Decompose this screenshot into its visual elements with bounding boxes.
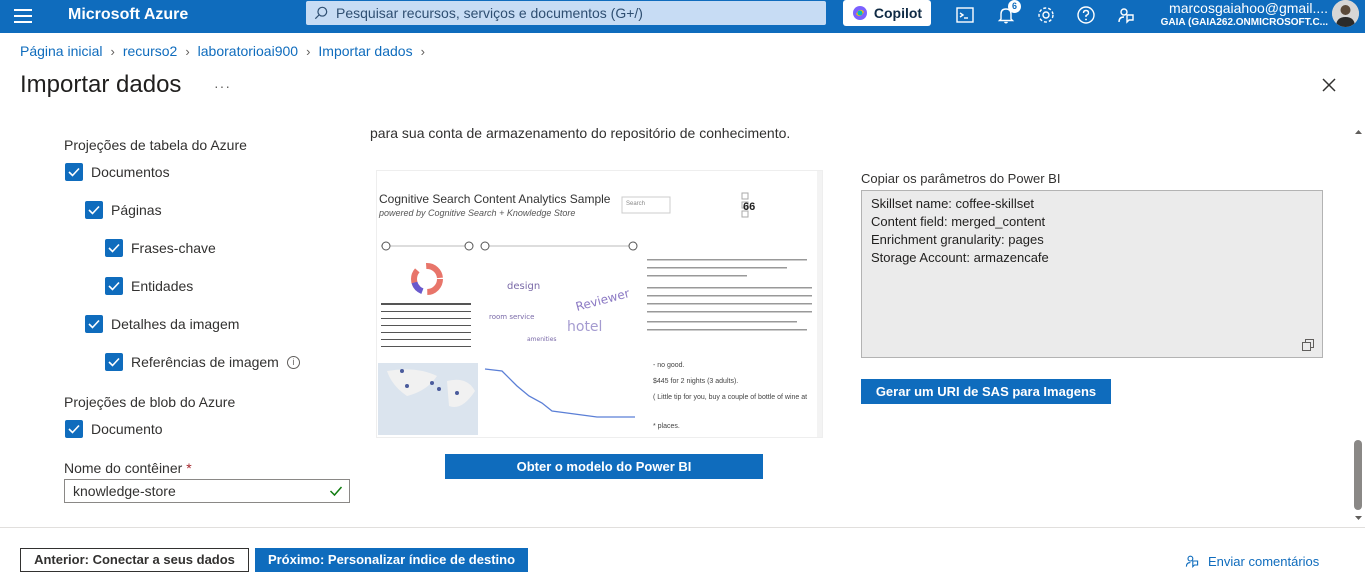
page-title: Importar dados — [20, 71, 182, 98]
next-button[interactable]: Próximo: Personalizar índice de destino — [255, 548, 528, 572]
checkbox-referencias-imagem[interactable]: Referências de imagem i — [105, 353, 300, 371]
breadcrumb-home[interactable]: Página inicial — [20, 43, 103, 59]
close-icon[interactable] — [1320, 76, 1338, 94]
notification-badge: 6 — [1008, 0, 1021, 13]
menu-icon[interactable] — [14, 9, 32, 23]
generate-sas-uri-button[interactable]: Gerar um URI de SAS para Imagens — [861, 379, 1111, 404]
scrollbar-thumb[interactable] — [1354, 440, 1362, 510]
checkbox-documentos[interactable]: Documentos — [65, 163, 170, 181]
svg-text:amenities: amenities — [527, 336, 557, 343]
checkbox-paginas[interactable]: Páginas — [85, 201, 162, 219]
preview-snippet: - no good. — [653, 362, 685, 369]
checkbox-checked-icon[interactable] — [105, 277, 123, 295]
footer-divider — [0, 527, 1365, 528]
help-icon[interactable] — [1076, 5, 1096, 25]
more-options-button[interactable]: ··· — [214, 78, 231, 94]
checkbox-checked-icon[interactable] — [65, 420, 83, 438]
params-textbox[interactable]: Skillset name: coffee-skillset Content f… — [861, 190, 1323, 358]
checkbox-detalhes-imagem[interactable]: Detalhes da imagem — [85, 315, 239, 333]
param-line: Enrichment granularity: pages — [871, 232, 1044, 247]
checkbox-label: Páginas — [111, 202, 162, 218]
checkbox-label: Frases-chave — [131, 240, 216, 256]
cloud-shell-icon[interactable] — [955, 5, 975, 25]
feedback-label: Enviar comentários — [1208, 553, 1320, 569]
copilot-icon — [852, 6, 867, 20]
checkbox-checked-icon[interactable] — [105, 239, 123, 257]
param-line: Content field: merged_content — [871, 214, 1046, 229]
breadcrumb-import[interactable]: Importar dados — [318, 43, 412, 59]
checkbox-label: Detalhes da imagem — [111, 316, 240, 332]
table-projections-label: Projeções de tabela do Azure — [64, 137, 247, 153]
checkbox-checked-icon[interactable] — [105, 353, 123, 371]
intro-text: para sua conta de armazenamento do repos… — [370, 125, 791, 141]
checkbox-label: Entidades — [131, 278, 194, 294]
account-name[interactable]: marcosgaiahoo@gmail.... — [1169, 0, 1328, 16]
avatar-icon — [1332, 0, 1359, 27]
preview-snippet: $445 for 2 nights (3 adults). — [653, 378, 739, 385]
checkbox-checked-icon[interactable] — [85, 201, 103, 219]
chevron-right-icon: › — [185, 43, 190, 59]
checkbox-label: Documentos — [91, 164, 170, 180]
chevron-right-icon: › — [420, 43, 425, 59]
copy-icon[interactable] — [1302, 339, 1314, 351]
avatar[interactable] — [1332, 0, 1359, 27]
brand-link[interactable]: Microsoft Azure — [68, 6, 188, 24]
feedback-icon — [1185, 555, 1199, 568]
checkbox-label: Documento — [91, 421, 163, 437]
preview-kpi: 66 — [743, 201, 756, 213]
checkbox-frases-chave[interactable]: Frases-chave — [105, 239, 216, 257]
power-bi-preview-image: design Reviewer hotel room service ameni… — [376, 170, 823, 438]
svg-text:hotel: hotel — [567, 319, 602, 335]
checkmark-icon — [329, 486, 343, 497]
blob-projections-label: Projeções de blob do Azure — [64, 394, 236, 410]
chevron-right-icon: › — [110, 43, 115, 59]
required-marker: * — [186, 460, 192, 476]
checkbox-documento[interactable]: Documento — [65, 420, 163, 438]
svg-text:room service: room service — [489, 313, 534, 321]
settings-icon[interactable] — [1036, 5, 1056, 25]
preview-subtitle: powered by Cognitive Search + Knowledge … — [379, 208, 576, 218]
container-name-input[interactable]: knowledge-store — [64, 479, 350, 503]
account-tenant[interactable]: GAIA (GAIA262.ONMICROSOFT.C... — [1161, 17, 1328, 28]
get-power-bi-template-button[interactable]: Obter o modelo do Power BI — [445, 454, 763, 479]
search-input[interactable]: Pesquisar recursos, serviços e documento… — [306, 1, 826, 25]
svg-text:design: design — [507, 281, 540, 292]
send-feedback-link[interactable]: Enviar comentários — [1184, 553, 1319, 569]
breadcrumb: Página inicial › recurso2 › laboratorioai9… — [20, 43, 433, 59]
copilot-label: Copilot — [873, 5, 923, 21]
container-name-label: Nome do contêiner * — [64, 460, 192, 476]
search-placeholder: Pesquisar recursos, serviços e documento… — [336, 5, 643, 21]
param-line: Skillset name: coffee-skillset — [871, 196, 1035, 211]
previous-button[interactable]: Anterior: Conectar a seus dados — [20, 548, 249, 572]
info-icon[interactable]: i — [286, 355, 300, 369]
checkbox-checked-icon[interactable] — [65, 163, 83, 181]
breadcrumb-lab[interactable]: laboratorioai900 — [198, 43, 298, 59]
preview-snippet: * places. — [653, 423, 680, 430]
preview-snippet: ( Little tip for you, buy a couple of bo… — [653, 394, 808, 401]
preview-title: Cognitive Search Content Analytics Sampl… — [379, 192, 611, 206]
copilot-button[interactable]: Copilot — [843, 0, 931, 26]
container-name-text: Nome do contêiner — [64, 460, 183, 476]
container-name-value: knowledge-store — [73, 483, 176, 499]
search-icon — [314, 6, 328, 20]
checkbox-label: Referências de imagem — [131, 354, 279, 370]
breadcrumb-resource[interactable]: recurso2 — [123, 43, 177, 59]
chevron-right-icon: › — [306, 43, 311, 59]
checkbox-checked-icon[interactable] — [85, 315, 103, 333]
top-bar: Microsoft Azure Pesquisar recursos, serv… — [0, 0, 1365, 33]
copy-params-label: Copiar os parâmetros do Power BI — [861, 171, 1061, 186]
preview-search-label: Search — [626, 201, 646, 207]
param-line: Storage Account: armazencafe — [871, 250, 1049, 265]
feedback-icon[interactable] — [1116, 5, 1136, 25]
checkbox-entidades[interactable]: Entidades — [105, 277, 193, 295]
